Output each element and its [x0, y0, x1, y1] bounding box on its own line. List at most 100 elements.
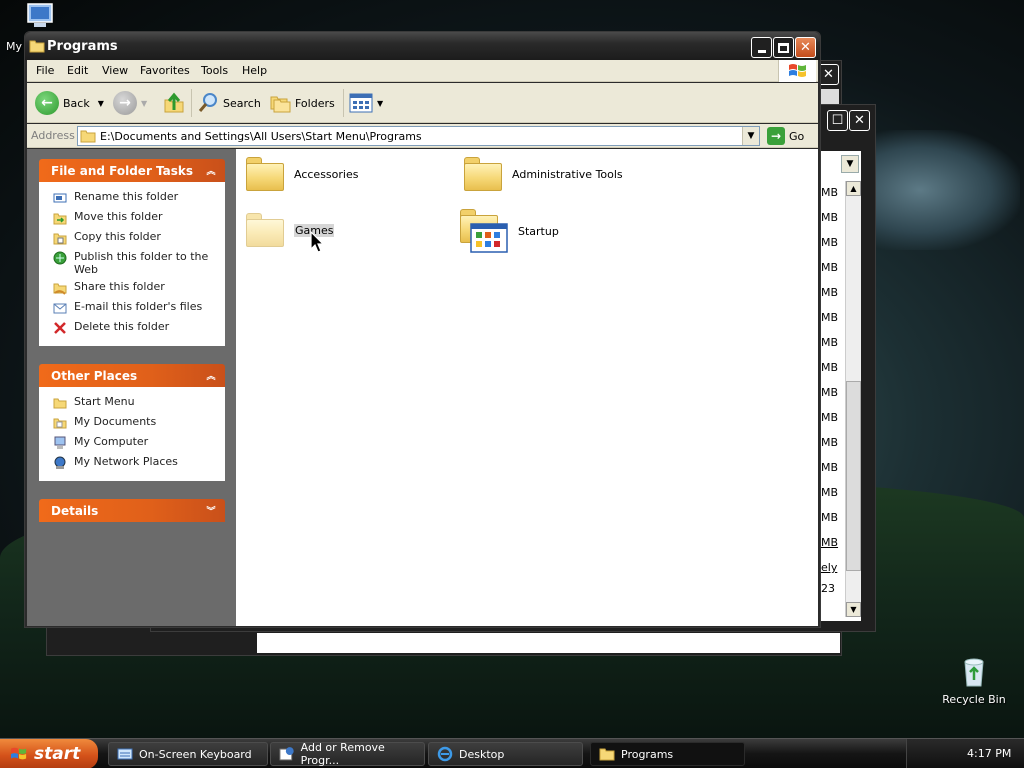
startup-folder-icon: [460, 209, 508, 253]
address-dropdown-icon[interactable]: ▼: [742, 127, 759, 145]
close-button[interactable]: ✕: [795, 37, 816, 58]
collapse-chevron-icon[interactable]: ︽: [204, 163, 218, 177]
windows-flag-icon: [11, 747, 27, 760]
folder-accessories[interactable]: Accessories: [246, 157, 358, 191]
bg-maximize-button[interactable]: ☐: [827, 110, 848, 131]
back-button[interactable]: ← Back ▼: [35, 90, 104, 116]
task-rename-folder[interactable]: Rename this folder: [39, 188, 225, 208]
desktop-recycle-bin[interactable]: Recycle Bin: [938, 656, 1010, 706]
menu-file[interactable]: File: [36, 64, 54, 77]
folder-icon: [246, 157, 284, 191]
size-cell: MB: [821, 261, 839, 274]
size-cell: MB: [821, 536, 839, 549]
minimize-icon: [757, 50, 766, 53]
task-label: Rename this folder: [74, 190, 179, 203]
back-arrow-icon: ←: [35, 91, 59, 115]
details-panel: Details ︾: [39, 499, 225, 522]
close-icon: ✕: [800, 40, 811, 55]
clock[interactable]: 4:17 PM: [967, 747, 1011, 760]
task-move-folder[interactable]: Move this folder: [39, 208, 225, 228]
menu-edit[interactable]: Edit: [67, 64, 88, 77]
task-copy-folder[interactable]: Copy this folder: [39, 228, 225, 248]
forward-dropdown-icon[interactable]: ▼: [141, 99, 147, 108]
menu-favorites[interactable]: Favorites: [140, 64, 190, 77]
task-share-folder[interactable]: Share this folder: [39, 278, 225, 298]
back-dropdown-icon[interactable]: ▼: [98, 99, 104, 108]
menu-help[interactable]: Help: [242, 64, 267, 77]
move-icon: [52, 210, 68, 226]
my-computer-icon: [27, 3, 53, 27]
size-cell: MB: [821, 461, 839, 474]
menu-tools[interactable]: Tools: [201, 64, 228, 77]
bg-size-column: MB MB MB MB MB MB MB MB MB MB MB MB MB M…: [821, 181, 843, 617]
size-cell: MB: [821, 386, 839, 399]
maximize-button[interactable]: [773, 37, 794, 58]
folder-startup[interactable]: Startup: [460, 209, 559, 253]
bg-close-button[interactable]: ✕: [818, 64, 839, 85]
size-cell: MB: [821, 186, 839, 199]
bg-scroll-up[interactable]: ▲: [846, 181, 861, 196]
bg-scrollbar[interactable]: ▲ ▼: [845, 181, 861, 617]
desktop-my-computer[interactable]: My: [2, 2, 62, 53]
place-my-network-places[interactable]: My Network Places: [39, 453, 225, 473]
folder-administrative-tools[interactable]: Administrative Tools: [464, 157, 623, 191]
add-remove-icon: [279, 747, 294, 761]
menu-view[interactable]: View: [102, 64, 128, 77]
other-places-title: Other Places: [51, 368, 138, 383]
task-label: Share this folder: [74, 280, 165, 293]
task-label: Move this folder: [74, 210, 163, 223]
file-folder-tasks-panel: File and Folder Tasks ︽ Rename this fold…: [39, 159, 225, 346]
views-button[interactable]: ▼: [349, 90, 383, 116]
place-label: Start Menu: [74, 395, 135, 408]
taskbar-onscreen-keyboard[interactable]: On-Screen Keyboard: [108, 742, 268, 766]
folders-button[interactable]: Folders: [269, 90, 335, 116]
task-label: Copy this folder: [74, 230, 161, 243]
other-places-header[interactable]: Other Places ︽: [39, 364, 225, 387]
task-delete-folder[interactable]: Delete this folder: [39, 318, 225, 338]
title-bar[interactable]: Programs ✕: [25, 32, 820, 60]
folder-label: Administrative Tools: [512, 167, 623, 181]
folder-content-area[interactable]: Accessories Administrative Tools Games S…: [236, 149, 818, 626]
bg-link[interactable]: ely: [821, 561, 837, 574]
taskbar-button-label: Desktop: [459, 747, 505, 761]
bg-scroll-down[interactable]: ▼: [846, 602, 861, 617]
expand-chevron-icon[interactable]: ︾: [204, 503, 218, 517]
taskbar-button-label: Add or Remove Progr...: [300, 741, 385, 767]
place-start-menu[interactable]: Start Menu: [39, 393, 225, 413]
place-label: My Computer: [74, 435, 149, 448]
bg-scroll-thumb[interactable]: [846, 381, 861, 571]
toolbar-separator: [191, 89, 192, 117]
folder-label: Accessories: [294, 167, 359, 181]
share-icon: [52, 280, 68, 296]
search-button[interactable]: Search: [197, 90, 261, 116]
bg-number: 23: [821, 582, 835, 595]
back-label: Back: [63, 96, 90, 110]
place-my-documents[interactable]: My Documents: [39, 413, 225, 433]
go-button[interactable]: → Go: [767, 127, 804, 145]
delete-icon: [52, 320, 68, 336]
task-email-files[interactable]: E-mail this folder's files: [39, 298, 225, 318]
address-input[interactable]: E:\Documents and Settings\All Users\Star…: [77, 126, 760, 146]
file-folder-tasks-header[interactable]: File and Folder Tasks ︽: [39, 159, 225, 182]
taskbar-add-remove-programs[interactable]: Add or Remove Progr...: [270, 741, 425, 767]
task-publish-folder[interactable]: Publish this folder to the Web: [39, 248, 225, 278]
start-button[interactable]: start: [0, 739, 98, 768]
bg2-close-button[interactable]: ✕: [849, 110, 870, 131]
forward-button[interactable]: → ▼: [113, 90, 147, 116]
folder-icon: [599, 748, 615, 761]
forward-arrow-icon: →: [113, 91, 137, 115]
folder-icon: [52, 395, 68, 411]
ie-icon: [437, 746, 453, 762]
explorer-window[interactable]: Programs ✕ File Edit View Favorites Tool…: [24, 31, 821, 628]
bg-dropdown-arrow[interactable]: ▼: [841, 155, 859, 173]
place-my-computer[interactable]: My Computer: [39, 433, 225, 453]
minimize-button[interactable]: [751, 37, 772, 58]
taskbar-programs[interactable]: Programs: [590, 742, 745, 766]
email-icon: [52, 300, 68, 316]
taskbar-desktop[interactable]: Desktop: [428, 742, 583, 766]
details-header[interactable]: Details ︾: [39, 499, 225, 522]
collapse-chevron-icon[interactable]: ︽: [204, 368, 218, 382]
task-label: Publish this folder to the Web: [74, 250, 209, 276]
up-button[interactable]: [163, 90, 185, 116]
size-cell: MB: [821, 411, 839, 424]
